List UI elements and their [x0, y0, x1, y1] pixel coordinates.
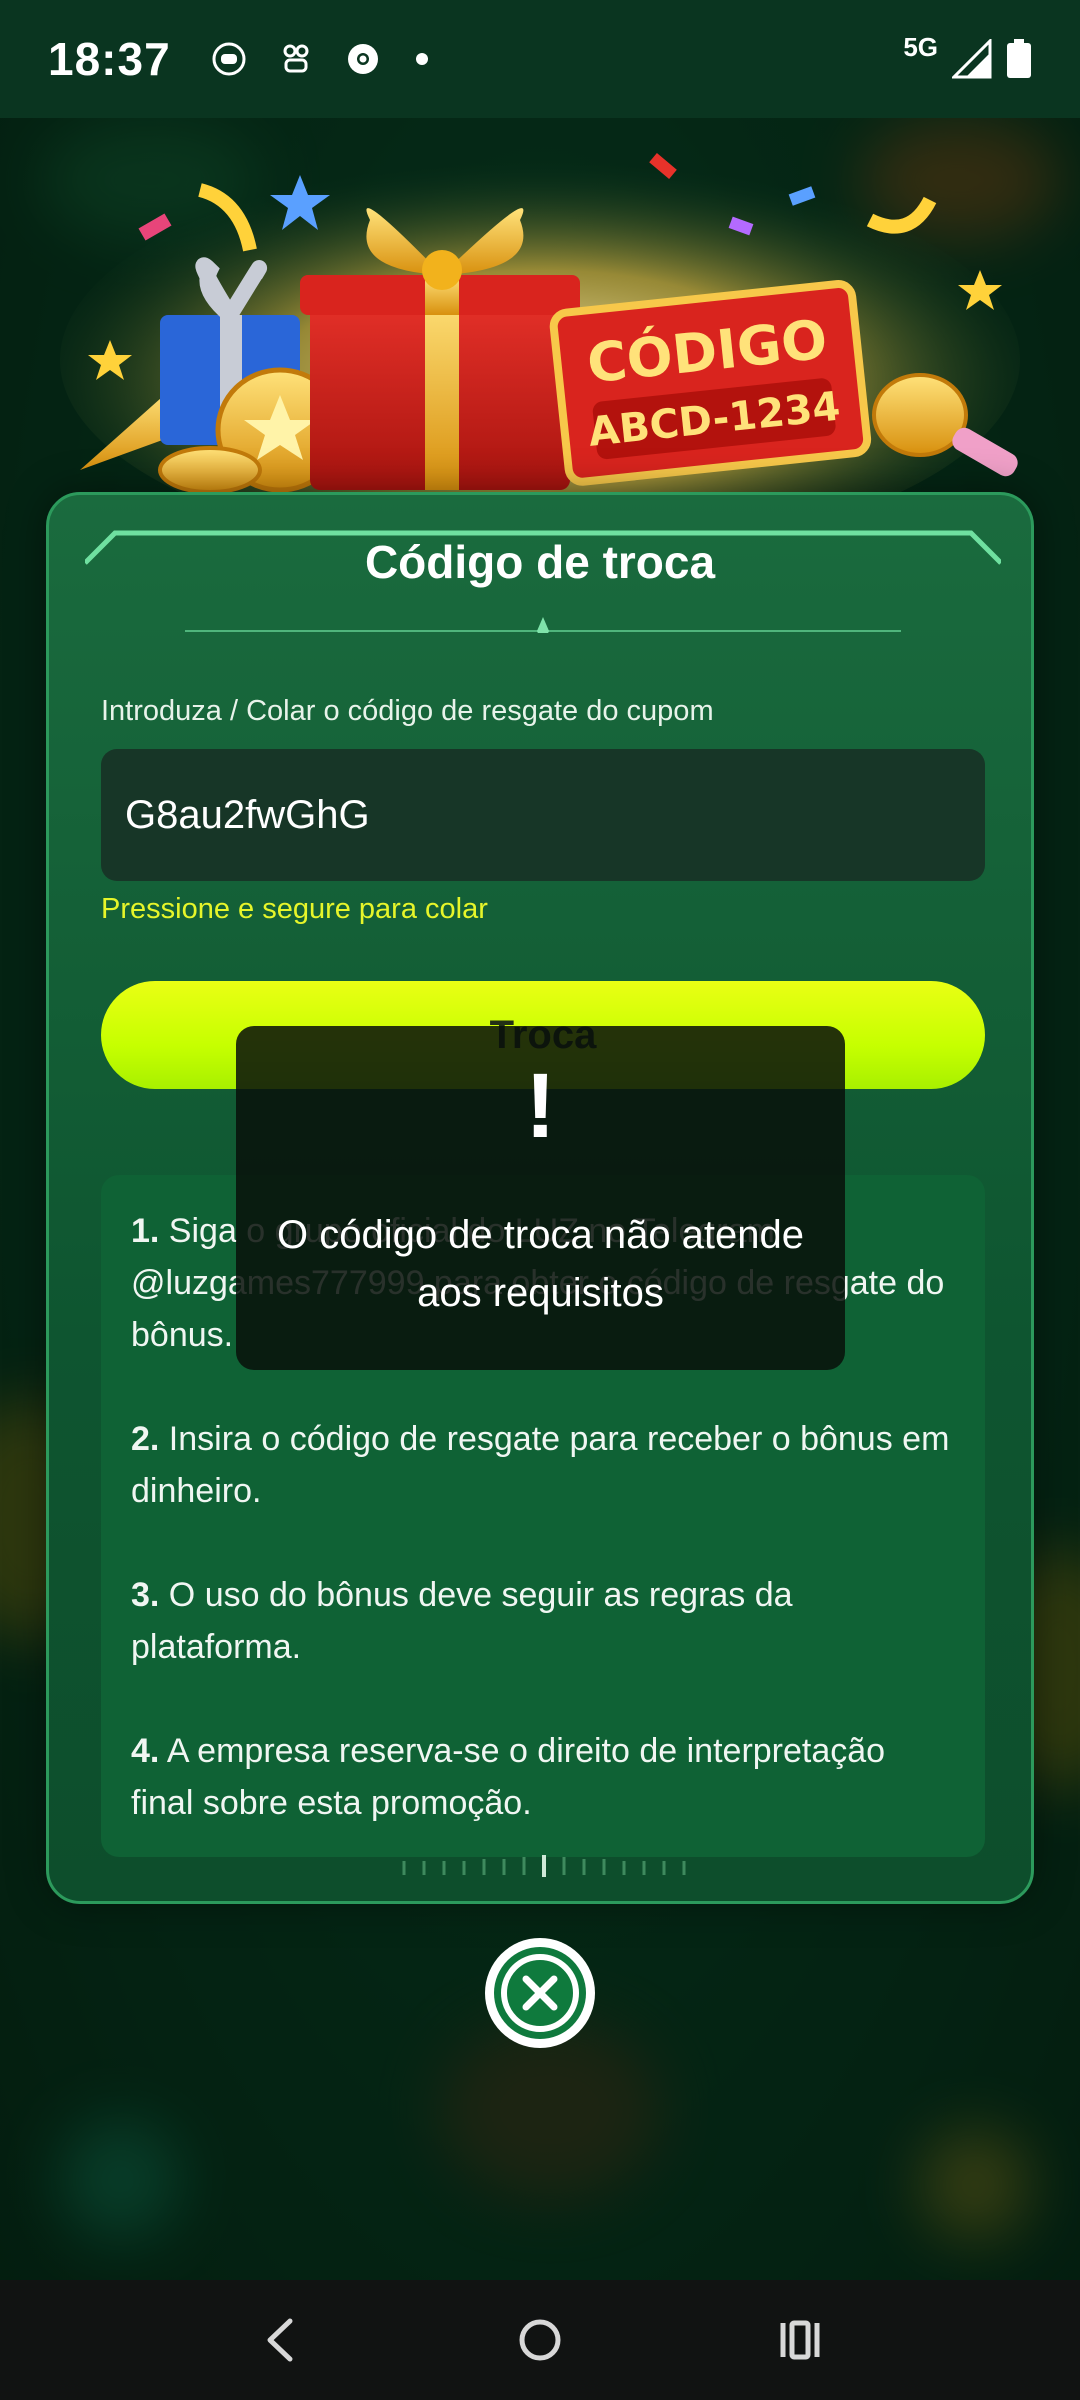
signal-icon — [952, 39, 992, 79]
status-time: 18:37 — [48, 33, 171, 85]
error-toast: ! O código de troca não atende aos requi… — [236, 1026, 845, 1370]
rule-text: Insira o código de resgate para receber … — [131, 1420, 950, 1510]
rule-item: 2. Insira o código de resgate para receb… — [131, 1413, 955, 1517]
dialog-title: Código de troca — [364, 536, 716, 588]
notification-icon — [211, 41, 247, 77]
dot-icon — [415, 52, 429, 66]
code-input-label: Introduza / Colar o código de resgate do… — [101, 695, 714, 727]
rule-item: 3. O uso do bônus deve seguir as regras … — [131, 1569, 955, 1673]
redeem-code-input[interactable] — [101, 749, 985, 881]
home-icon — [519, 2319, 561, 2361]
close-dialog-button[interactable] — [485, 1938, 595, 2048]
status-bar: 18:37 5G — [0, 0, 1080, 118]
battery-icon — [1006, 39, 1032, 79]
recents-button[interactable] — [760, 2300, 840, 2380]
rule-number: 2. — [131, 1420, 160, 1458]
rule-text: A empresa reserva-se o direito de interp… — [131, 1732, 886, 1822]
toast-message: O código de troca não atende aos requisi… — [276, 1213, 805, 1315]
paste-hint: Pressione e segure para colar — [101, 893, 488, 925]
back-button[interactable] — [240, 2300, 320, 2380]
system-nav-bar — [0, 2280, 1080, 2400]
back-icon — [267, 2318, 293, 2362]
app-icon — [281, 42, 311, 76]
network-type: 5G — [903, 31, 938, 62]
rule-item: 4. A empresa reserva-se o direito de int… — [131, 1725, 955, 1829]
scroll-indicator — [402, 1855, 686, 1877]
warning-icon: ! — [525, 1055, 556, 1157]
rule-text: O uso do bônus deve seguir as regras da … — [131, 1576, 793, 1666]
rule-number: 1. — [131, 1212, 160, 1250]
home-button[interactable] — [500, 2300, 580, 2380]
recents-icon — [780, 2320, 820, 2360]
close-icon — [501, 1954, 579, 2032]
promo-banner: CÓDIGO ABCD-1234 — [50, 140, 1030, 560]
rule-number: 3. — [131, 1576, 160, 1614]
rule-number: 4. — [131, 1732, 160, 1770]
chrome-icon — [345, 41, 381, 77]
